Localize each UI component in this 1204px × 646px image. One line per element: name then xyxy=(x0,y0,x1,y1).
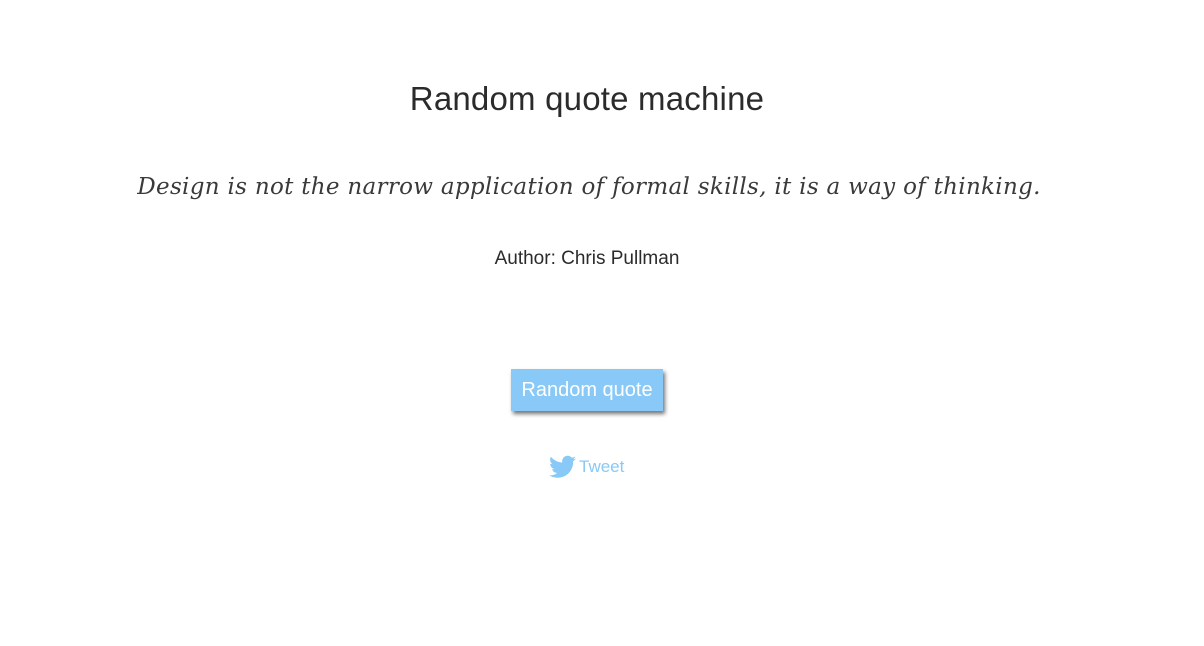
quote-text: Design is not the narrow application of … xyxy=(137,174,1041,200)
random-quote-button[interactable]: Random quote xyxy=(511,369,663,411)
tweet-link[interactable]: Tweet xyxy=(549,453,624,481)
tweet-label: Tweet xyxy=(579,457,625,476)
quote-author: Author: Chris Pullman xyxy=(494,248,680,269)
page: Random quote machine Design is not the n… xyxy=(0,0,1204,646)
page-title: Random quote machine xyxy=(409,80,765,117)
twitter-bird-icon xyxy=(549,455,576,479)
